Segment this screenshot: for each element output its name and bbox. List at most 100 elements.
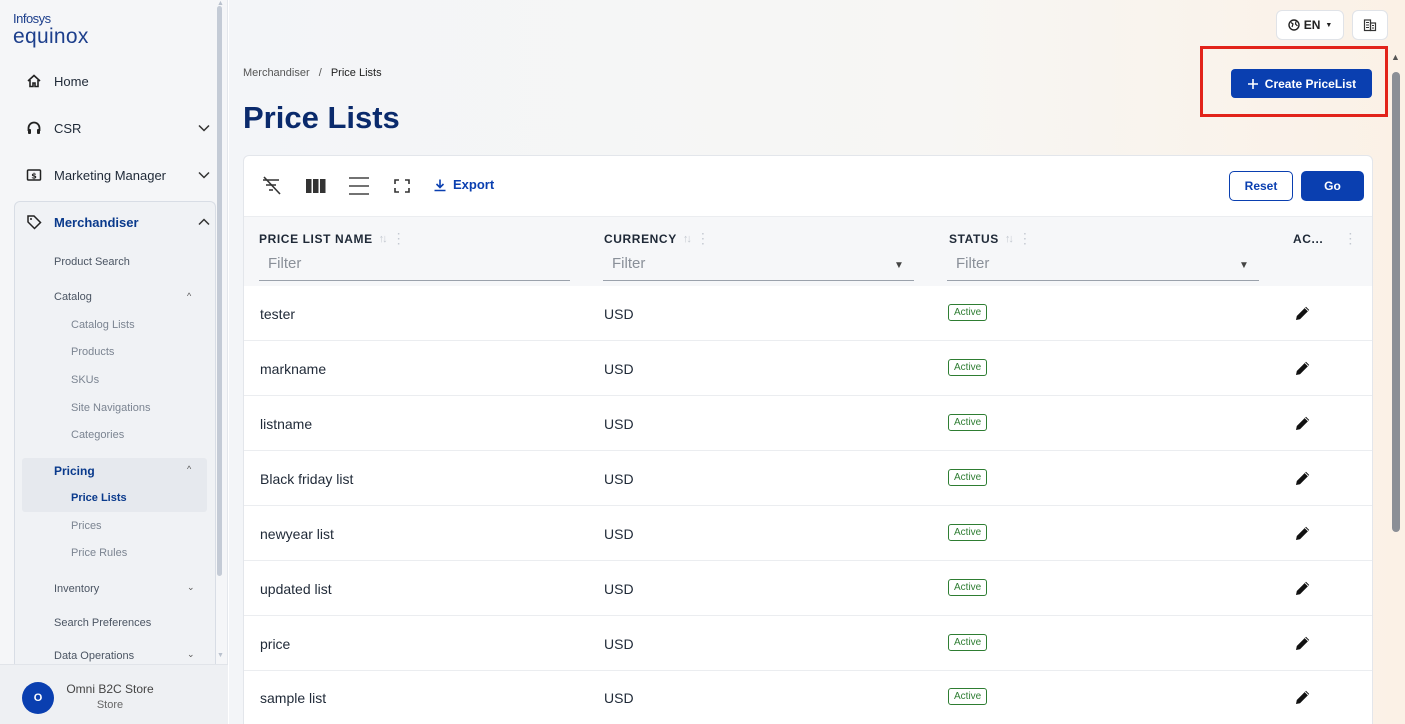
table-row[interactable]: sample list USD Active xyxy=(244,671,1372,724)
column-menu-icon[interactable]: ⋮ xyxy=(392,230,407,247)
language-selector[interactable]: EN ▼ xyxy=(1276,10,1344,40)
brand-logo[interactable]: Infosys equinox xyxy=(13,12,89,47)
sidebar-scrollbar[interactable] xyxy=(217,6,222,576)
status-badge: Active xyxy=(948,688,988,705)
status-badge: Active xyxy=(948,414,988,431)
breadcrumb-current: Price Lists xyxy=(330,67,382,79)
status-badge: Active xyxy=(948,634,988,651)
chevron-up-icon[interactable]: ^ xyxy=(187,291,191,301)
sidebar-item-marketing-manager[interactable]: $ Marketing Manager xyxy=(14,157,216,193)
dropdown-arrow-icon[interactable]: ▼ xyxy=(894,260,904,271)
cell-price-list-name: markname xyxy=(260,361,327,377)
column-header-price-list-name[interactable]: PRICE LIST NAME ↑↓ ⋮ xyxy=(259,230,406,247)
status-badge: Active xyxy=(948,304,988,321)
column-menu-icon[interactable]: ⋮ xyxy=(696,230,711,247)
sidebar-item-data-operations[interactable]: Data Operations xyxy=(54,650,134,662)
column-header-actions[interactable]: AC... ⋮ xyxy=(1293,230,1358,247)
sidebar-scroll-down-icon[interactable]: ▼ xyxy=(217,652,224,659)
chevron-down-icon[interactable]: ⌄ xyxy=(187,582,195,593)
cell-currency: USD xyxy=(604,361,634,377)
sidebar-item-pricing[interactable]: Pricing xyxy=(54,464,95,478)
filter-currency[interactable]: Filter xyxy=(603,252,914,281)
table-row[interactable]: Black friday list USD Active xyxy=(244,451,1372,506)
edit-icon[interactable] xyxy=(1294,579,1312,602)
edit-icon[interactable] xyxy=(1294,688,1312,711)
sidebar-item-products[interactable]: Products xyxy=(71,346,114,358)
sidebar-item-categories[interactable]: Categories xyxy=(71,429,124,441)
download-icon xyxy=(433,178,447,192)
column-header-currency[interactable]: CURRENCY ↑↓ ⋮ xyxy=(604,230,710,247)
tag-icon xyxy=(14,214,54,230)
sidebar-item-csr[interactable]: CSR xyxy=(14,110,216,146)
edit-icon[interactable] xyxy=(1294,414,1312,437)
sidebar-item-skus[interactable]: SKUs xyxy=(71,374,99,386)
table-row[interactable]: price USD Active xyxy=(244,616,1372,671)
avatar[interactable]: O xyxy=(22,682,54,714)
sort-icon[interactable]: ↑↓ xyxy=(379,233,388,245)
language-label: EN xyxy=(1303,18,1321,32)
sidebar-item-catalog-lists[interactable]: Catalog Lists xyxy=(71,319,135,331)
edit-icon[interactable] xyxy=(1294,524,1312,547)
chevron-down-icon[interactable]: ⌄ xyxy=(187,649,195,660)
filter-price-list-name[interactable]: Filter xyxy=(259,252,570,281)
sidebar-item-home[interactable]: Home xyxy=(14,63,216,99)
page-scrollbar[interactable] xyxy=(1392,72,1400,532)
globe-icon xyxy=(1287,19,1300,31)
column-label: CURRENCY xyxy=(604,231,677,246)
sidebar-item-site-navigations[interactable]: Site Navigations xyxy=(71,402,151,414)
sort-icon[interactable]: ↑↓ xyxy=(1005,233,1014,245)
cell-price-list-name: price xyxy=(260,636,291,652)
sidebar-item-price-rules[interactable]: Price Rules xyxy=(71,547,127,559)
cell-price-list-name: Black friday list xyxy=(260,471,354,487)
edit-icon[interactable] xyxy=(1294,304,1312,327)
column-menu-icon[interactable]: ⋮ xyxy=(1018,230,1033,247)
column-header-status[interactable]: STATUS ↑↓ ⋮ xyxy=(949,230,1032,247)
table-row[interactable]: markname USD Active xyxy=(244,341,1372,396)
sort-icon[interactable]: ↑↓ xyxy=(683,233,692,245)
sidebar-item-price-lists[interactable]: Price Lists xyxy=(71,492,127,504)
sidebar-item-merchandiser[interactable]: Merchandiser xyxy=(14,204,216,240)
sidebar-item-catalog[interactable]: Catalog xyxy=(54,291,92,303)
fullscreen-icon[interactable] xyxy=(391,174,413,198)
edit-icon[interactable] xyxy=(1294,634,1312,657)
home-icon xyxy=(14,73,54,89)
chevron-up-icon[interactable]: ^ xyxy=(187,464,191,474)
organization-button[interactable] xyxy=(1352,10,1388,40)
clear-filter-icon[interactable] xyxy=(259,174,285,198)
cell-price-list-name: tester xyxy=(260,306,296,322)
sidebar-item-search-preferences[interactable]: Search Preferences xyxy=(54,617,151,629)
cell-currency: USD xyxy=(604,581,634,597)
sidebar-item-label: CSR xyxy=(54,120,82,136)
columns-icon[interactable] xyxy=(304,174,328,198)
export-button[interactable]: Export xyxy=(433,177,494,192)
caret-down-icon: ▼ xyxy=(1325,21,1333,29)
sidebar-item-prices[interactable]: Prices xyxy=(71,520,102,532)
status-badge: Active xyxy=(948,469,988,486)
table-row[interactable]: newyear list USD Active xyxy=(244,506,1372,561)
sidebar-item-inventory[interactable]: Inventory xyxy=(54,583,99,595)
table-row[interactable]: updated list USD Active xyxy=(244,561,1372,616)
breadcrumb-parent[interactable]: Merchandiser xyxy=(243,67,310,79)
export-label: Export xyxy=(453,177,495,192)
scroll-up-icon[interactable]: ▲ xyxy=(1391,52,1400,62)
go-button[interactable]: Go xyxy=(1301,171,1364,201)
density-icon[interactable] xyxy=(346,174,372,198)
reset-button[interactable]: Reset xyxy=(1229,171,1293,201)
column-menu-icon[interactable]: ⋮ xyxy=(1343,230,1358,247)
highlight-frame xyxy=(1200,46,1388,117)
status-badge: Active xyxy=(948,524,988,541)
edit-icon[interactable] xyxy=(1294,359,1312,382)
sidebar-item-product-search[interactable]: Product Search xyxy=(54,256,130,268)
column-label: STATUS xyxy=(949,231,999,246)
edit-icon[interactable] xyxy=(1294,469,1312,492)
cell-currency: USD xyxy=(604,526,634,542)
cell-currency: USD xyxy=(604,690,634,706)
status-badge: Active xyxy=(948,579,988,596)
dropdown-arrow-icon[interactable]: ▼ xyxy=(1239,260,1249,271)
chevron-down-icon xyxy=(192,171,216,179)
table-row[interactable]: listname USD Active xyxy=(244,396,1372,451)
table-row[interactable]: tester USD Active xyxy=(244,286,1372,341)
sidebar-item-label: Home xyxy=(54,73,89,89)
filter-status[interactable]: Filter xyxy=(947,252,1259,281)
cell-currency: USD xyxy=(604,416,634,432)
